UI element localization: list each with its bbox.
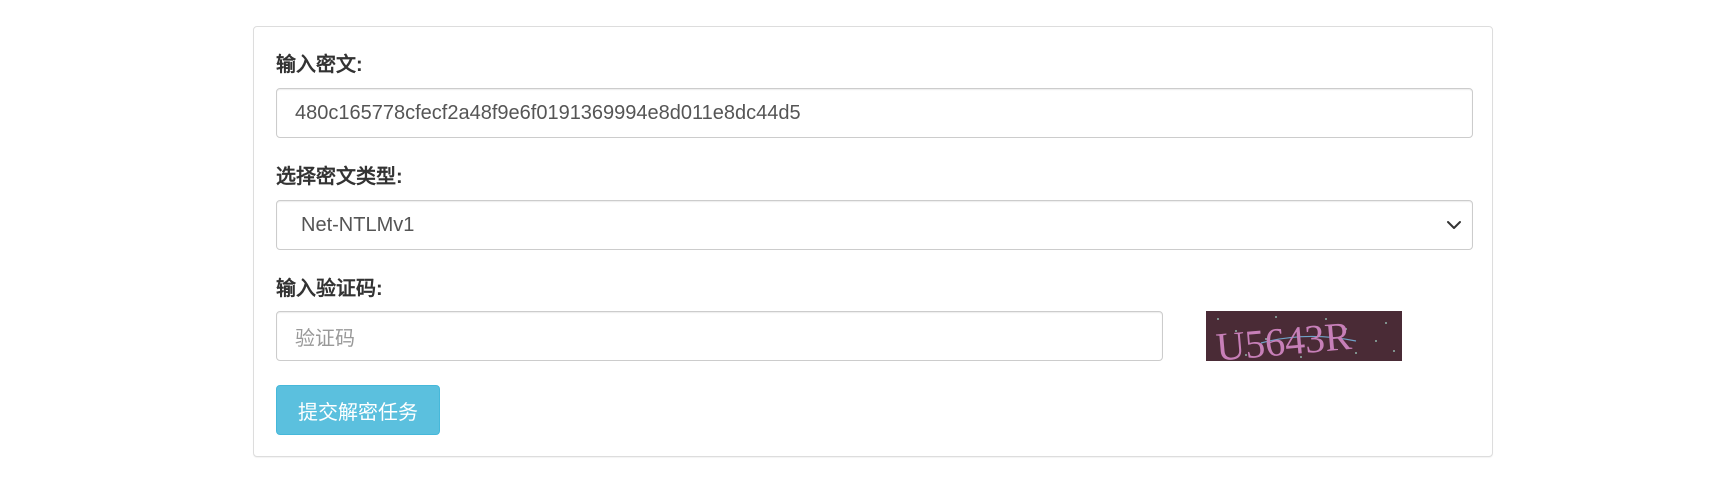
captcha-input[interactable]: 验证码	[276, 311, 1163, 361]
captcha-graphic: U5643R	[1214, 313, 1395, 361]
ciphertext-input[interactable]: 480c165778cfecf2a48f9e6f0191369994e8d011…	[276, 88, 1473, 138]
cipher-type-label: 选择密文类型:	[276, 166, 403, 188]
captcha-text: U5643R	[1214, 313, 1353, 361]
captcha-image[interactable]: U5643R	[1206, 311, 1402, 361]
captcha-placeholder: 验证码	[295, 327, 355, 350]
ciphertext-label: 输入密文:	[276, 54, 363, 76]
cipher-type-select[interactable]: Net-NTLMv1	[276, 200, 1473, 250]
ciphertext-value: 480c165778cfecf2a48f9e6f0191369994e8d011…	[295, 101, 801, 124]
submit-decrypt-button[interactable]: 提交解密任务	[276, 385, 440, 435]
cipher-type-selected: Net-NTLMv1	[301, 213, 415, 236]
chevron-down-icon	[1447, 221, 1461, 229]
captcha-label: 输入验证码:	[276, 278, 383, 300]
